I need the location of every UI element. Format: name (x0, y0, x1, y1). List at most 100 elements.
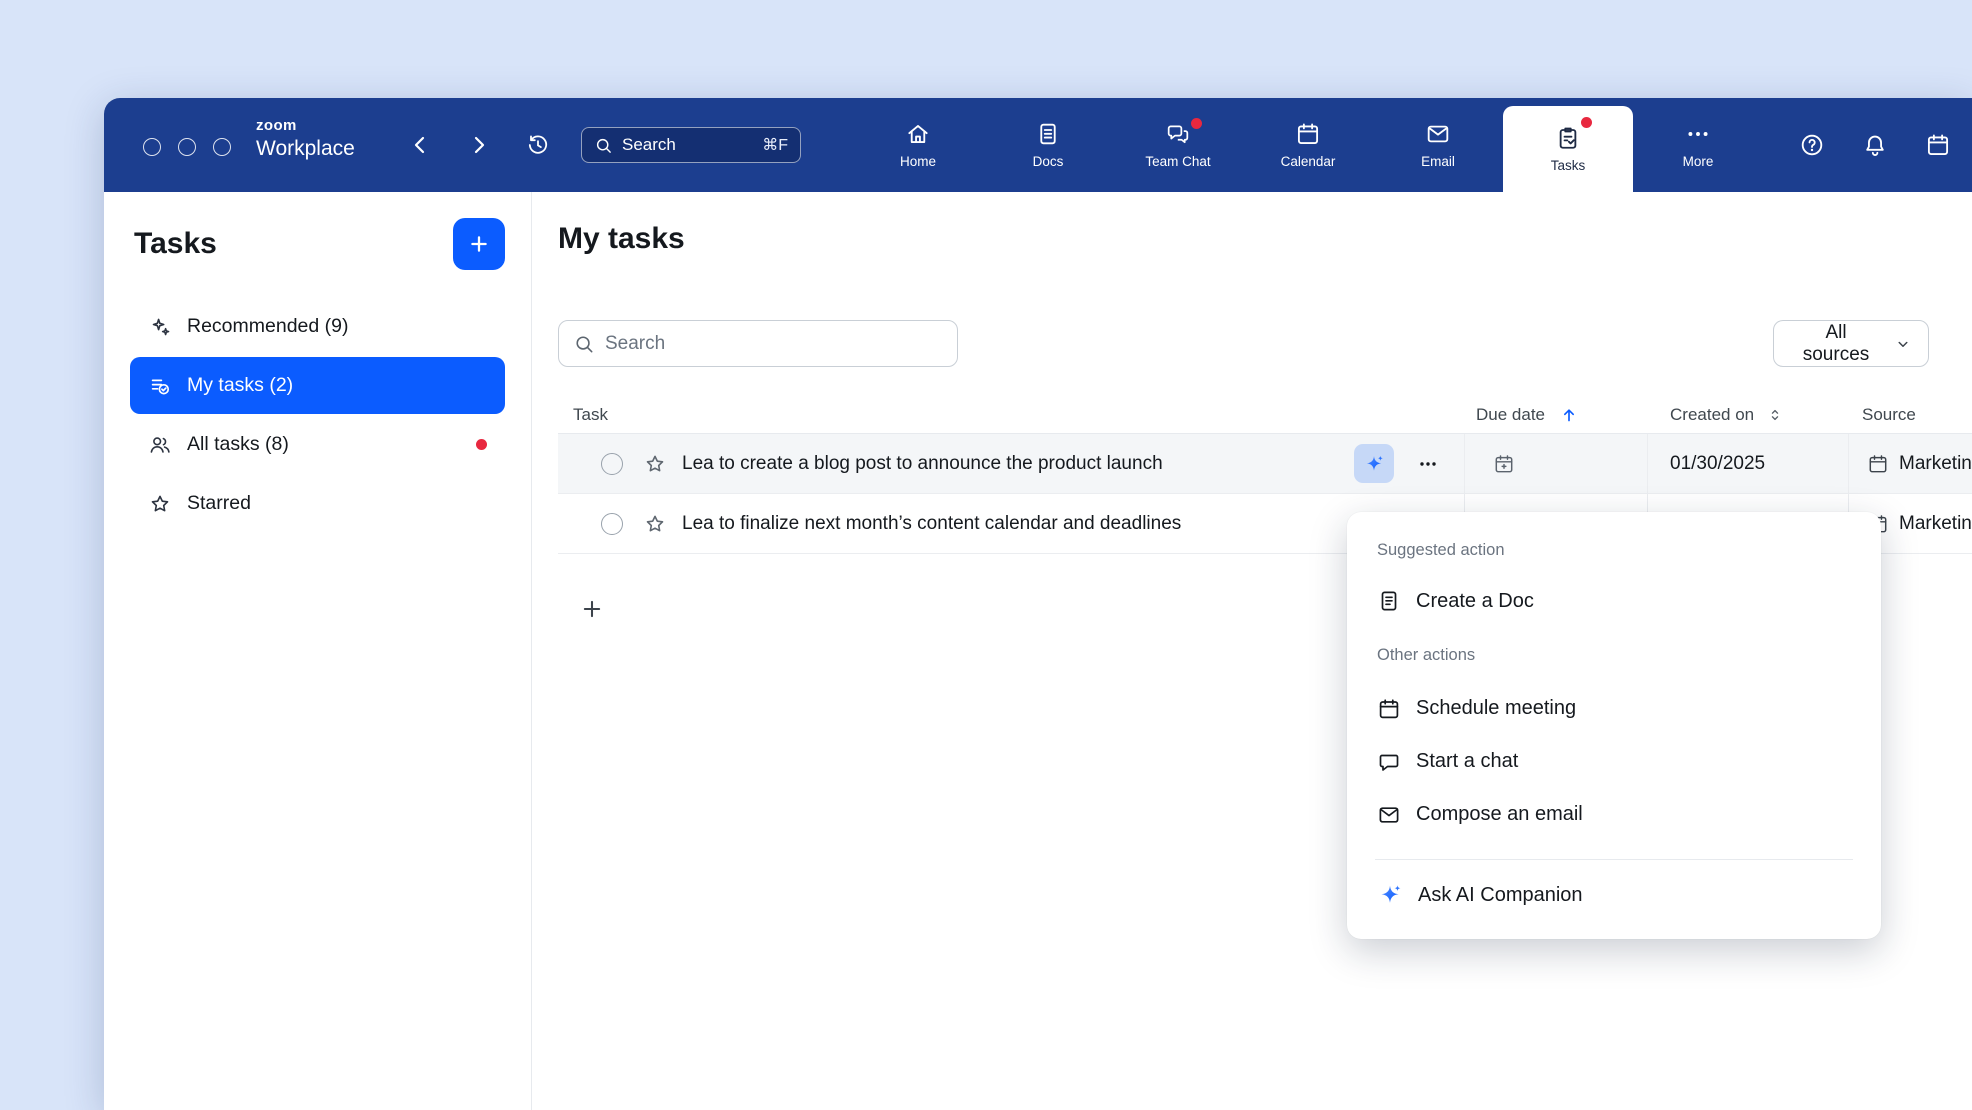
nav-email[interactable]: Email (1373, 98, 1503, 192)
sort-ascending-icon[interactable] (1559, 405, 1579, 425)
nav-label: Home (900, 154, 936, 169)
add-task-button[interactable] (453, 218, 505, 270)
ai-companion-button[interactable] (1354, 444, 1394, 483)
nav-label: Tasks (1551, 158, 1586, 173)
doc-icon (1377, 589, 1401, 613)
nav-label: Email (1421, 154, 1455, 169)
task-complete-checkbox[interactable] (601, 513, 623, 535)
nav-tasks[interactable]: Tasks (1503, 106, 1633, 192)
column-due-date[interactable]: Due date (1464, 405, 1647, 425)
forward-button[interactable] (467, 133, 491, 157)
calendar-icon (1925, 132, 1951, 158)
calendar-add-icon (1493, 453, 1515, 475)
more-icon (1685, 121, 1711, 147)
ellipsis-icon (1416, 452, 1440, 476)
star-icon (148, 492, 172, 516)
sidebar-item-label: My tasks (2) (187, 374, 293, 397)
sidebar-item-label: All tasks (8) (187, 433, 289, 456)
topbar-utilities (1799, 98, 1951, 192)
menu-item-create-doc[interactable]: Create a Doc (1347, 574, 1881, 628)
menu-item-compose-email[interactable]: Compose an email (1347, 788, 1881, 841)
window-control-3[interactable] (213, 138, 231, 156)
global-search[interactable]: Search ⌘F (581, 127, 801, 163)
tasks-notification-dot (1581, 117, 1592, 128)
add-task-inline-button[interactable] (579, 592, 613, 626)
people-icon (148, 433, 172, 457)
nav-home[interactable]: Home (853, 98, 983, 192)
nav-more[interactable]: More (1633, 98, 1763, 192)
email-icon (1377, 803, 1401, 827)
tasks-search-input[interactable] (605, 333, 943, 355)
column-created-on[interactable]: Created on (1647, 405, 1848, 425)
table-row[interactable]: Lea to create a blog post to announce th… (558, 434, 1972, 494)
created-on-value: 01/30/2025 (1647, 434, 1848, 493)
menu-section-header: Other actions (1347, 628, 1881, 682)
divider (1375, 859, 1853, 860)
zoom-workplace-logo: zoom Workplace (256, 118, 355, 160)
plus-icon (467, 232, 491, 256)
sidebar-item-starred[interactable]: Starred (130, 475, 505, 532)
menu-item-schedule-meeting[interactable]: Schedule meeting (1347, 682, 1881, 735)
tasks-icon (1555, 125, 1581, 151)
column-created-on-label: Created on (1670, 405, 1754, 425)
source-cell[interactable]: Marketing (1848, 434, 1972, 493)
menu-item-label: Create a Doc (1416, 590, 1534, 613)
nav-docs[interactable]: Docs (983, 98, 1113, 192)
sidebar-item-recommended[interactable]: Recommended (9) (130, 298, 505, 355)
sources-filter-dropdown[interactable]: All sources (1773, 320, 1929, 367)
window-controls[interactable] (143, 138, 231, 156)
task-complete-checkbox[interactable] (601, 453, 623, 475)
task-title[interactable]: Lea to finalize next month’s content cal… (682, 513, 1181, 535)
task-title[interactable]: Lea to create a blog post to announce th… (682, 453, 1163, 475)
tasks-search[interactable] (558, 320, 958, 367)
sidebar-item-label: Starred (187, 492, 251, 515)
history-button[interactable] (526, 133, 550, 157)
row-more-button[interactable] (1410, 446, 1446, 482)
help-button[interactable] (1799, 132, 1825, 158)
team-chat-icon (1165, 121, 1191, 147)
desktop-background: zoom Workplace Search ⌘F Home (0, 0, 1972, 1110)
topbar: zoom Workplace Search ⌘F Home (104, 98, 1972, 192)
docs-icon (1035, 121, 1061, 147)
topbar-nav: Home Docs Team Chat Calendar Emai (853, 98, 1763, 192)
help-icon (1799, 132, 1825, 158)
sidebar-title: Tasks (134, 227, 217, 261)
window-control-1[interactable] (143, 138, 161, 156)
calendar-icon (1295, 121, 1321, 147)
notifications-button[interactable] (1862, 132, 1888, 158)
sort-toggle-icon[interactable] (1766, 406, 1784, 424)
source-value: Marketing (1899, 513, 1972, 535)
ai-sparkle-icon (1377, 882, 1403, 908)
logo-zoom-text: zoom (256, 118, 355, 135)
sidebar-item-my-tasks[interactable]: My tasks (2) (130, 357, 505, 414)
mini-calendar-button[interactable] (1925, 132, 1951, 158)
nav-label: Calendar (1281, 154, 1336, 169)
star-icon[interactable] (643, 512, 667, 536)
sidebar-item-all-tasks[interactable]: All tasks (8) (130, 416, 505, 473)
menu-item-label: Compose an email (1416, 803, 1583, 826)
star-icon[interactable] (643, 452, 667, 476)
menu-item-label: Schedule meeting (1416, 697, 1576, 720)
menu-item-label: Ask AI Companion (1418, 884, 1583, 907)
calendar-icon (1377, 697, 1401, 721)
zoom-workplace-window: zoom Workplace Search ⌘F Home (104, 98, 1972, 1110)
chevron-left-icon (408, 133, 432, 157)
search-shortcut: ⌘F (762, 135, 788, 155)
tasks-sidebar: Tasks Recommended (9) My tasks (2) All t… (104, 192, 532, 1110)
task-list-icon (148, 374, 172, 398)
sidebar-nav: Recommended (9) My tasks (2) All tasks (… (104, 298, 531, 532)
nav-team-chat[interactable]: Team Chat (1113, 98, 1243, 192)
task-actions-menu: Suggested action Create a Doc Other acti… (1347, 512, 1881, 939)
window-control-2[interactable] (178, 138, 196, 156)
nav-label: Docs (1033, 154, 1064, 169)
add-due-date-button[interactable] (1493, 453, 1515, 475)
logo-workplace-text: Workplace (256, 137, 355, 160)
menu-item-ask-ai-companion[interactable]: Ask AI Companion (1347, 868, 1881, 922)
chevron-right-icon (467, 133, 491, 157)
menu-item-start-chat[interactable]: Start a chat (1347, 735, 1881, 788)
chat-bubble-icon (1377, 750, 1401, 774)
chevron-down-icon (1894, 335, 1912, 353)
nav-calendar[interactable]: Calendar (1243, 98, 1373, 192)
my-tasks-panel: My tasks All sources Task Due date Cre (533, 192, 1972, 1110)
back-button[interactable] (408, 133, 432, 157)
